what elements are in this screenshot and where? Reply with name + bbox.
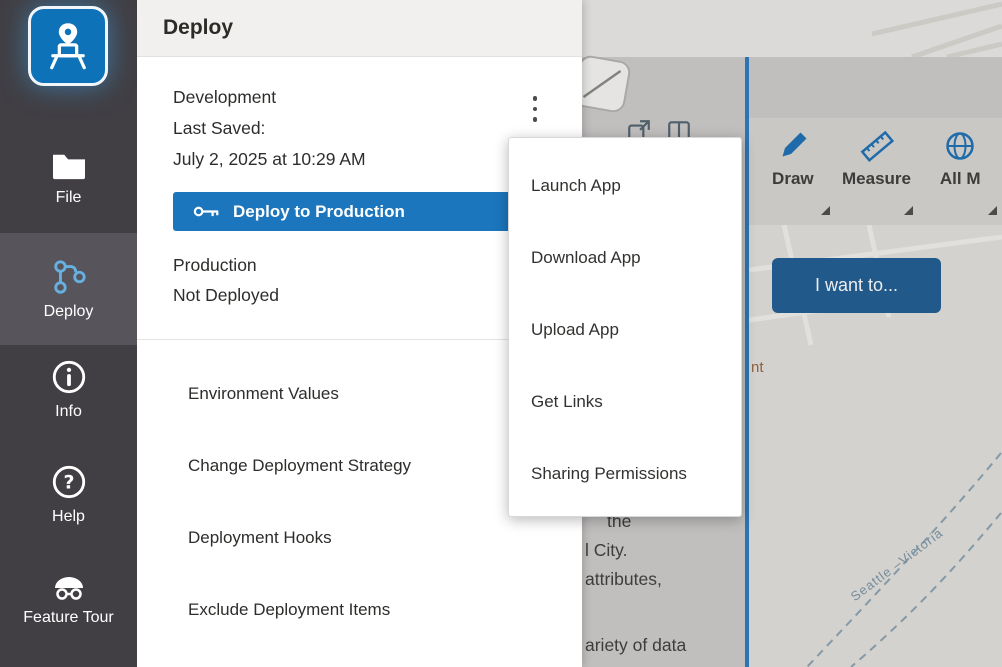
app-logo xyxy=(28,6,108,86)
svg-text:?: ? xyxy=(63,472,74,494)
text-fragment: l City. xyxy=(585,540,627,561)
menu-item-launch-app[interactable]: Launch App xyxy=(509,150,741,222)
page-title: Deploy xyxy=(163,16,233,40)
tool-label: Measure xyxy=(842,169,911,189)
deployment-hooks-link[interactable]: Deployment Hooks xyxy=(188,528,411,548)
development-status-block: Development Last Saved: July 2, 2025 at … xyxy=(173,82,366,175)
sidebar-item-label: Deploy xyxy=(44,303,94,321)
sidebar-item-label: Help xyxy=(52,508,85,526)
exclude-deployment-items-link[interactable]: Exclude Deployment Items xyxy=(188,600,411,620)
sidebar-item-label: Feature Tour xyxy=(23,609,113,627)
info-icon xyxy=(50,358,88,396)
tool-all-maps[interactable]: All M xyxy=(918,128,1002,218)
deploy-button-label: Deploy to Production xyxy=(233,202,405,222)
tool-dropdown-corner xyxy=(904,206,913,215)
deploy-options-list: Environment Values Change Deployment Str… xyxy=(188,384,411,620)
text-fragment: ariety of data xyxy=(585,635,686,656)
tool-dropdown-corner xyxy=(821,206,830,215)
pencil-icon xyxy=(775,128,811,164)
key-icon xyxy=(193,204,221,219)
app-window: Draw Measure All M xyxy=(0,0,1002,667)
menu-item-sharing-permissions[interactable]: Sharing Permissions xyxy=(509,438,741,510)
app-sidebar: File Deploy Info ? Help xyxy=(0,0,137,667)
environment-name: Development xyxy=(173,82,366,113)
tool-dropdown-corner xyxy=(988,206,997,215)
help-icon: ? xyxy=(50,463,88,501)
deploy-nodes-icon xyxy=(50,258,88,296)
tool-draw[interactable]: Draw xyxy=(751,128,835,218)
sidebar-item-help[interactable]: ? Help xyxy=(0,463,137,526)
preview-top-strip xyxy=(582,0,1002,57)
folder-icon xyxy=(50,150,88,182)
globe-icon xyxy=(942,128,978,164)
sidebar-item-label: Info xyxy=(55,403,82,421)
feature-tour-icon xyxy=(49,572,89,602)
sidebar-item-file[interactable]: File xyxy=(0,150,137,207)
tool-label: Draw xyxy=(772,169,814,189)
menu-item-download-app[interactable]: Download App xyxy=(509,222,741,294)
production-status: Not Deployed xyxy=(173,280,279,310)
map-canvas[interactable]: I want to... nt Seattle –Victoria xyxy=(749,225,1002,667)
production-name: Production xyxy=(173,250,279,280)
menu-item-upload-app[interactable]: Upload App xyxy=(509,294,741,366)
menu-item-get-links[interactable]: Get Links xyxy=(509,366,741,438)
map-toolbar: Draw Measure All M xyxy=(749,118,1002,225)
environment-values-link[interactable]: Environment Values xyxy=(188,384,411,404)
production-status-block: Production Not Deployed xyxy=(173,250,279,310)
app-logo-icon xyxy=(42,20,94,72)
deploy-panel-header: Deploy xyxy=(137,0,582,57)
sidebar-item-info[interactable]: Info xyxy=(0,358,137,421)
slash-icon xyxy=(582,56,630,112)
sidebar-item-label: File xyxy=(56,189,82,207)
change-deployment-strategy-link[interactable]: Change Deployment Strategy xyxy=(188,456,411,476)
development-options-kebab-button[interactable] xyxy=(520,88,550,130)
map-street-label: nt xyxy=(751,359,764,376)
last-saved-value: July 2, 2025 at 10:29 AM xyxy=(173,144,366,175)
tool-measure[interactable]: Measure xyxy=(835,128,919,218)
text-fragment: attributes, xyxy=(585,569,662,590)
development-options-menu: Launch App Download App Upload App Get L… xyxy=(508,137,742,517)
i-want-to-button[interactable]: I want to... xyxy=(772,258,941,313)
tool-label: All M xyxy=(940,169,981,189)
last-saved-label: Last Saved: xyxy=(173,113,366,144)
ruler-icon xyxy=(859,128,895,164)
sidebar-item-feature-tour[interactable]: Feature Tour xyxy=(0,572,137,627)
deploy-to-production-button[interactable]: Deploy to Production xyxy=(173,192,547,231)
basemap-toggle-button[interactable] xyxy=(582,54,632,114)
sidebar-item-deploy[interactable]: Deploy xyxy=(0,233,137,345)
map-roads-top xyxy=(582,0,1002,57)
